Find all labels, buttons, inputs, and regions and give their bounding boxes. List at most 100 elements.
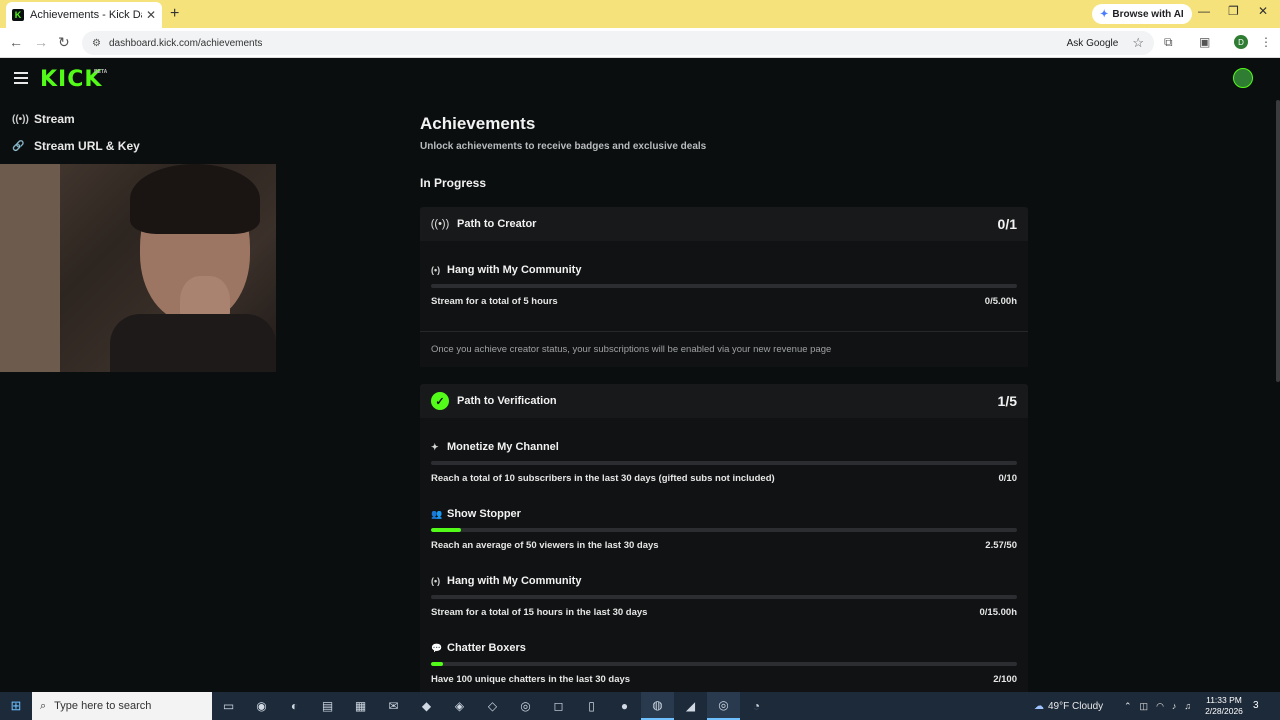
windows-start-icon[interactable]: ⊞ [0,692,32,720]
new-tab-icon[interactable]: + [170,5,179,23]
task-progress: 0/10 [998,473,1018,484]
edge-icon[interactable]: ◐ [278,692,311,720]
sparkle-icon: ✦ [431,441,439,452]
chrome-active-icon[interactable]: ◎ [707,692,740,720]
task-progress: 2.57/50 [985,540,1017,551]
app-icon[interactable]: ◇ [476,692,509,720]
progress-bar [431,595,1017,599]
app-icon[interactable]: ◻ [542,692,575,720]
progress-bar [431,461,1017,465]
card-title: Path to Creator [457,218,537,230]
close-window-icon[interactable]: ✕ [1258,4,1268,18]
section-title: In Progress [420,176,487,190]
broadcast-icon: (•) [431,265,441,275]
restore-icon[interactable]: ❐ [1228,4,1239,18]
sidebar-item-label: Stream URL & Key [34,139,140,153]
ask-google-button[interactable]: Ask Google [1067,38,1119,49]
broadcast-icon: (•) [431,576,441,586]
sidebar-item-stream[interactable]: ((•)) Stream [12,112,75,126]
task-title: Show Stopper [447,508,521,520]
app-icon[interactable]: ◈ [443,692,476,720]
tab-search-icon[interactable]: ▣ [1199,35,1210,49]
task-description: Have 100 unique chatters in the last 30 … [431,674,631,685]
site-info-icon[interactable]: ⚙ [92,38,101,49]
card-note: Once you achieve creator status, your su… [420,331,1028,367]
task-description: Stream for a total of 15 hours in the la… [431,607,648,618]
extensions-icon[interactable]: ⧉ [1164,35,1173,50]
address-bar[interactable]: ⚙ dashboard.kick.com/achievements Ask Go… [82,31,1154,55]
steam-icon[interactable]: ◍ [641,692,674,720]
profile-avatar[interactable]: D [1234,35,1248,49]
card-title: Path to Verification [457,395,557,407]
task-description: Reach an average of 50 viewers in the la… [431,540,659,551]
store-icon[interactable]: ▦ [344,692,377,720]
taskbar-search[interactable]: ⌕ Type here to search [32,692,212,720]
network-icon[interactable]: ◫ [1140,701,1149,712]
clock-time: 11:33 PM [1206,695,1242,705]
task-description: Stream for a total of 5 hours [431,296,558,307]
taskbar-clock[interactable]: 11:33 PM 2/28/2026 [1200,695,1248,717]
forward-icon[interactable]: → [34,34,48,50]
task-title: Hang with My Community [447,575,582,587]
wifi-icon[interactable]: ◠ [1156,701,1164,712]
weather-widget[interactable]: ☁ 49°F Cloudy [1034,692,1103,720]
sidebar-item-label: Stream [34,112,75,126]
microphone-icon[interactable]: ♫ [1184,701,1191,711]
menu-dots-icon[interactable]: ⋮ [1260,35,1272,49]
page-title: Achievements [420,114,536,133]
chevron-up-icon[interactable]: ⌃ [1124,701,1132,712]
search-icon: ⌕ [40,699,47,712]
task-title: Hang with My Community [447,264,582,276]
user-avatar[interactable] [1233,68,1253,88]
sidebar-item-stream-url-key[interactable]: 🔗 Stream URL & Key [12,139,140,153]
task-header: 💬 Chatter Boxers [431,642,526,654]
tab-title: Achievements - Kick Dashboard [30,9,142,21]
browser-tab[interactable]: K Achievements - Kick Dashboard ✕ [6,2,162,28]
task-header: (•) Hang with My Community [431,575,581,587]
progress-fill [431,528,462,532]
app-icon[interactable]: ◔ [740,692,773,720]
system-tray: ⌃ ◫ ◠ ♪ ♫ [1124,692,1199,720]
back-icon[interactable]: ← [9,34,23,50]
page-scrollbar[interactable] [1276,100,1280,382]
card-body: ✦ Monetize My Channel Reach a total of 1… [420,418,1028,692]
task-progress: 2/100 [993,674,1017,685]
card-count: 1/5 [997,393,1017,409]
obs-icon[interactable]: ● [608,692,641,720]
viewers-icon: 👥 [431,508,443,519]
url-text[interactable]: dashboard.kick.com/achievements [109,38,1067,49]
beta-badge: BETA [94,69,108,75]
taskbar-search-placeholder: Type here to search [54,700,152,712]
notification-icon[interactable]: 3 [1253,700,1259,711]
reload-icon[interactable]: ↻ [58,34,70,51]
minimize-icon[interactable]: — [1198,4,1210,18]
chrome-icon[interactable]: ◎ [509,692,542,720]
volume-icon[interactable]: ♪ [1172,701,1177,711]
progress-bar [431,662,1017,666]
broadcast-icon: ((•)) [12,113,29,125]
task-progress: 0/15.00h [979,607,1018,618]
browse-with-ai-label: Browse with AI [1112,8,1184,20]
file-explorer-icon[interactable]: ▤ [311,692,344,720]
windows-taskbar: ⊞ ⌕ Type here to search ▭ ◉ ◐ ▤ ▦ ✉ ◆ ◈ … [0,692,1280,720]
progress-bar [431,528,1017,532]
tab-close-icon[interactable]: ✕ [146,8,156,22]
outlook-icon[interactable]: ✉ [377,692,410,720]
task-description: Reach a total of 10 subscribers in the l… [431,473,775,484]
browser-titlebar: K Achievements - Kick Dashboard ✕ + ✦ Br… [0,0,1280,28]
copilot-icon[interactable]: ◉ [245,692,278,720]
card-header[interactable]: ✓ Path to Verification 1/5 [420,384,1028,418]
page-subtitle: Unlock achievements to receive badges an… [420,141,707,152]
task-header: ✦ Monetize My Channel [431,441,559,453]
bookmark-star-icon[interactable]: ☆ [1132,35,1144,51]
task-view-icon[interactable]: ▭ [212,692,245,720]
hamburger-menu-icon[interactable] [14,72,28,87]
notepad-icon[interactable]: ▯ [575,692,608,720]
dashboard-page: KICK BETA ((•)) Stream 🔗 Stream URL & Ke… [0,58,1280,692]
weather-text: 49°F Cloudy [1048,700,1104,712]
app-icon[interactable]: ◢ [674,692,707,720]
task-header: (•) Hang with My Community [431,264,581,276]
epic-games-icon[interactable]: ◆ [410,692,443,720]
browse-with-ai-button[interactable]: ✦ Browse with AI [1092,4,1192,24]
card-header[interactable]: ((•)) Path to Creator 0/1 [420,207,1028,241]
